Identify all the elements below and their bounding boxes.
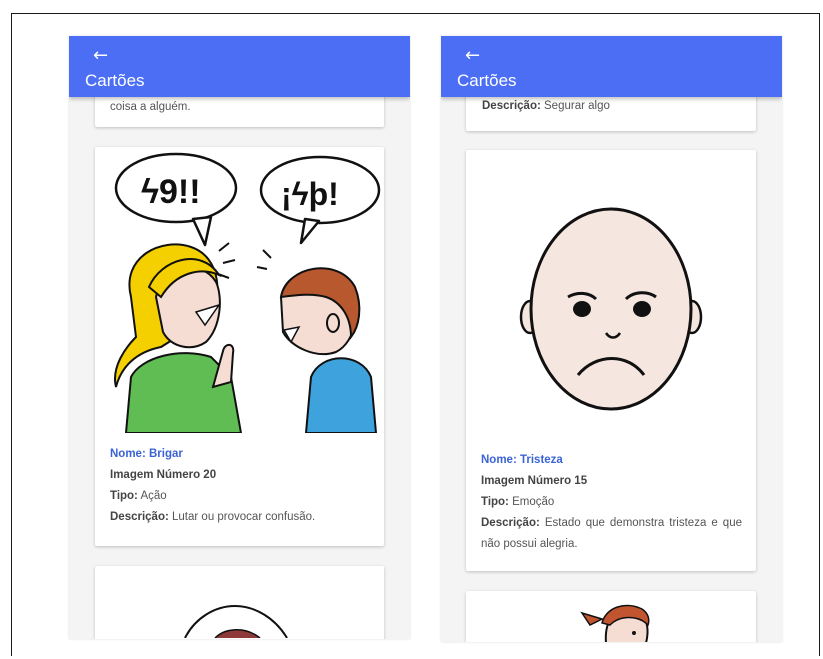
card-name-row: Nome: Tristeza (481, 454, 563, 466)
next-card[interactable] (466, 591, 756, 642)
card-brigar[interactable]: ϟ9!! ¡ϟþ! Nome: Brigar Imagem Número 20 (95, 147, 384, 546)
phone-screen-left: ← Cartões coisa a alguém. ϟ9!! ¡ϟþ! Nome… (69, 36, 410, 639)
card-name-row: Nome: Brigar (110, 448, 183, 460)
card-type-row: Tipo: Ação (110, 490, 167, 502)
speech-left-text: ϟ9!! (141, 173, 201, 211)
arrow-left-icon[interactable]: ← (93, 47, 108, 65)
card-description-fragment: coisa a alguém. (110, 101, 191, 113)
card-tristeza[interactable]: Nome: Tristeza Imagem Número 15 Tipo: Em… (466, 150, 756, 571)
card-name: Brigar (148, 448, 183, 460)
app-bar: ← Cartões (69, 36, 410, 97)
card-info: Nome: Tristeza Imagem Número 15 Tipo: Em… (481, 450, 742, 555)
card-description-fragment-row: Descrição: Segurar algo (482, 100, 610, 112)
arrow-left-icon[interactable]: ← (465, 47, 480, 65)
app-bar: ← Cartões (441, 36, 782, 97)
argue-illustration: ϟ9!! ¡ϟþ! (114, 152, 381, 433)
card-description: Lutar ou provocar confusão. (172, 511, 316, 523)
card-image-number: Imagem Número 20 (110, 469, 217, 481)
phone-screen-right: ← Cartões Descrição: Segurar algo Nome: … (441, 36, 782, 642)
next-card-illustration (184, 604, 288, 638)
card-description-row: Descrição: Estado que demonstra tristeza… (481, 517, 742, 550)
app-title: Cartões (85, 71, 145, 90)
card-image-number: Imagem Número 15 (481, 475, 588, 487)
sad-face-illustration (519, 207, 703, 411)
card-description-row: Descrição: Lutar ou provocar confusão. (110, 511, 316, 523)
card-type-row: Tipo: Emoção (481, 496, 555, 508)
speech-right-text: ¡ϟþ! (281, 176, 339, 212)
card-type: Emoção (512, 496, 555, 508)
next-card[interactable] (95, 566, 384, 639)
card-name: Tristeza (519, 454, 563, 466)
card-info: Nome: Brigar Imagem Número 20 Tipo: Ação… (110, 444, 372, 528)
next-card-illustration (580, 604, 650, 642)
app-title: Cartões (457, 71, 517, 90)
card-type: Ação (140, 490, 167, 502)
